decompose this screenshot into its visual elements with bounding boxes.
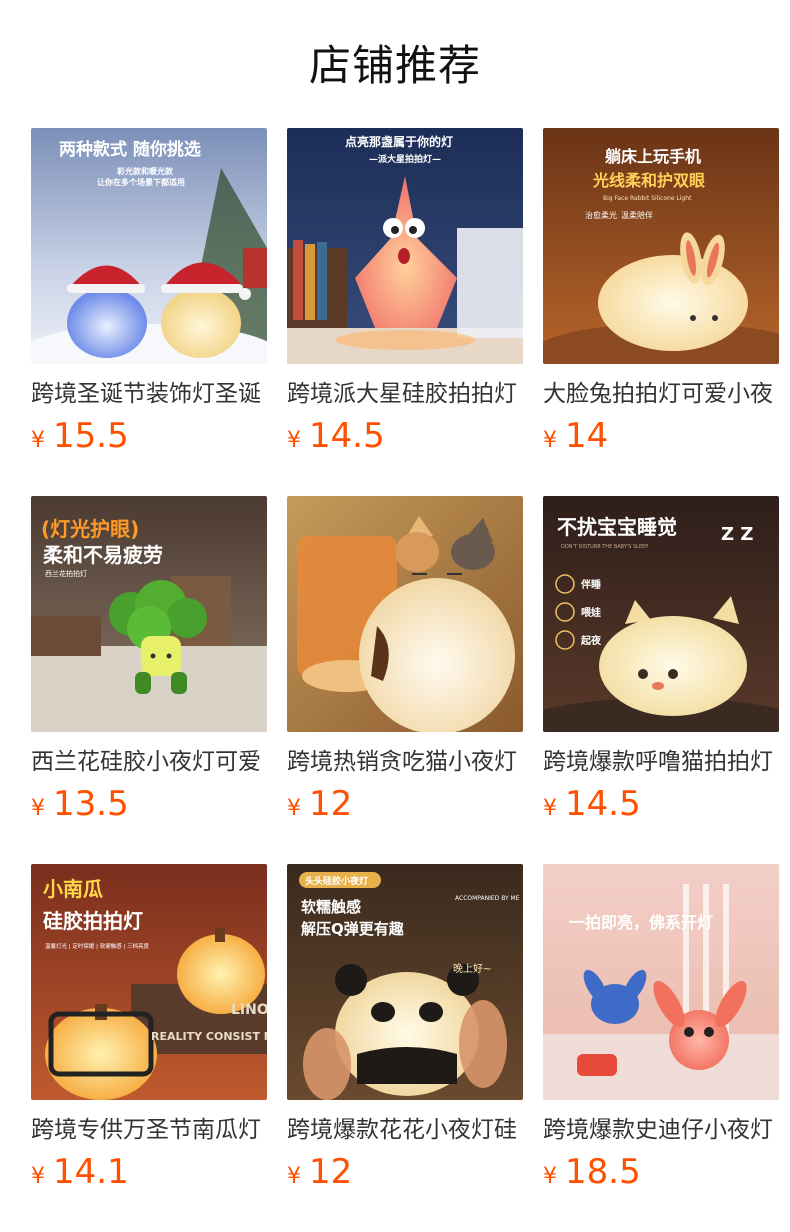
price-value: 18.5 — [565, 1152, 641, 1192]
image-caption: 头头硅胶小夜灯 — [305, 875, 368, 887]
image-caption: 两种款式 随你挑选 — [59, 139, 201, 160]
image-caption: 硅胶拍拍灯 — [43, 909, 143, 933]
image-caption: 喂娃 — [581, 606, 601, 619]
product-title[interactable]: 跨境热销贪吃猫小夜灯 — [287, 746, 523, 778]
image-caption: 温馨灯光 | 定时保暖 | 软硬触感 | 三档亮度 — [45, 942, 150, 950]
price-value: 15.5 — [53, 416, 129, 456]
product-image[interactable]: (灯光护眼) 柔和不易疲劳 西兰花拍拍灯 — [31, 496, 267, 732]
product-title[interactable]: 跨境圣诞节装饰灯圣诞 — [31, 378, 267, 410]
currency-symbol: ¥ — [287, 1164, 301, 1189]
image-caption: 让你在多个场景下都适用 — [97, 177, 185, 187]
image-caption: Z Z — [721, 524, 753, 545]
image-caption: 一拍即亮，佛系开灯 — [569, 913, 713, 932]
image-caption: 西兰花拍拍灯 — [45, 569, 87, 578]
product-price: ¥ 14.5 — [543, 784, 779, 824]
product-image[interactable] — [287, 496, 523, 732]
product-image[interactable]: 一拍即亮，佛系开灯 — [543, 864, 779, 1100]
currency-symbol: ¥ — [543, 428, 557, 453]
product-title[interactable]: 跨境爆款史迪仔小夜灯 — [543, 1114, 779, 1146]
product-card[interactable]: 不扰宝宝睡觉 DON'T DISTURB THE BABY'S SLEEP 伴睡… — [543, 496, 779, 864]
product-title[interactable]: 大脸兔拍拍灯可爱小夜 — [543, 378, 779, 410]
product-card[interactable]: 两种款式 随你挑选 彩光款和暖光款 让你在多个场景下都适用 跨境圣诞节装饰灯圣诞… — [31, 128, 267, 496]
image-caption: 解压Q弹更有趣 — [301, 920, 405, 938]
currency-symbol: ¥ — [543, 796, 557, 821]
product-price: ¥ 14.1 — [31, 1152, 267, 1192]
image-caption: 晚上好~ — [453, 963, 491, 975]
product-card[interactable]: 躺床上玩手机 光线柔和护双眼 Big Face Rabbit Silicone … — [543, 128, 779, 496]
product-price: ¥ 12 — [287, 784, 523, 824]
currency-symbol: ¥ — [543, 1164, 557, 1189]
currency-symbol: ¥ — [31, 796, 45, 821]
product-title[interactable]: 跨境爆款花花小夜灯硅 — [287, 1114, 523, 1146]
price-value: 13.5 — [53, 784, 129, 824]
currency-symbol: ¥ — [31, 428, 45, 453]
price-value: 12 — [309, 1152, 353, 1192]
product-card[interactable]: 头头硅胶小夜灯 软糯触感 解压Q弹更有趣 ACCOMPANIED BY ME 晚… — [287, 864, 523, 1232]
currency-symbol: ¥ — [31, 1164, 45, 1189]
product-grid: 两种款式 随你挑选 彩光款和暖光款 让你在多个场景下都适用 跨境圣诞节装饰灯圣诞… — [31, 128, 779, 1232]
image-caption: 伴睡 — [580, 578, 601, 591]
product-price: ¥ 18.5 — [543, 1152, 779, 1192]
price-value: 12 — [309, 784, 353, 824]
image-caption: 小南瓜 — [43, 877, 103, 901]
image-caption: —派大星拍拍灯— — [369, 153, 441, 165]
currency-symbol: ¥ — [287, 796, 301, 821]
product-price: ¥ 14 — [543, 416, 779, 456]
product-image[interactable]: 点亮那盏属于你的灯 —派大星拍拍灯— — [287, 128, 523, 364]
product-card[interactable]: 一拍即亮，佛系开灯 跨境爆款史迪仔小夜灯 ¥ 18.5 — [543, 864, 779, 1232]
product-price: ¥ 14.5 — [287, 416, 523, 456]
product-title[interactable]: 西兰花硅胶小夜灯可爱 — [31, 746, 267, 778]
image-caption: 温柔陪伴 — [621, 210, 653, 220]
image-caption: 起夜 — [580, 634, 602, 647]
image-caption: 光线柔和护双眼 — [592, 171, 705, 190]
product-image[interactable]: 两种款式 随你挑选 彩光款和暖光款 让你在多个场景下都适用 — [31, 128, 267, 364]
price-value: 14 — [565, 416, 609, 456]
page-title: 店铺推荐 — [308, 41, 481, 90]
image-caption: REALITY CONSIST MA — [151, 1030, 267, 1043]
product-image[interactable]: 头头硅胶小夜灯 软糯触感 解压Q弹更有趣 ACCOMPANIED BY ME 晚… — [287, 864, 523, 1100]
product-title[interactable]: 跨境专供万圣节南瓜灯 — [31, 1114, 267, 1146]
currency-symbol: ¥ — [287, 428, 301, 453]
image-caption: LINO — [231, 1002, 267, 1018]
product-title[interactable]: 跨境爆款呼噜猫拍拍灯 — [543, 746, 779, 778]
image-caption: 彩光款和暖光款 — [116, 166, 174, 176]
price-value: 14.1 — [53, 1152, 129, 1192]
image-caption: 软糯触感 — [301, 898, 361, 916]
product-card[interactable]: 小南瓜 硅胶拍拍灯 温馨灯光 | 定时保暖 | 软硬触感 | 三档亮度 LINO… — [31, 864, 267, 1232]
product-price: ¥ 12 — [287, 1152, 523, 1192]
product-card[interactable]: 跨境热销贪吃猫小夜灯 ¥ 12 — [287, 496, 523, 864]
product-image[interactable]: 躺床上玩手机 光线柔和护双眼 Big Face Rabbit Silicone … — [543, 128, 779, 364]
price-value: 14.5 — [309, 416, 385, 456]
product-price: ¥ 15.5 — [31, 416, 267, 456]
image-caption: (灯光护眼) — [41, 517, 139, 541]
product-title[interactable]: 跨境派大星硅胶拍拍灯 — [287, 378, 523, 410]
image-caption: 不扰宝宝睡觉 — [557, 515, 677, 539]
image-caption: ACCOMPANIED BY ME — [455, 895, 520, 902]
image-caption: 点亮那盏属于你的灯 — [345, 134, 453, 149]
image-caption: Big Face Rabbit Silicone Light — [603, 195, 692, 202]
product-image[interactable]: 不扰宝宝睡觉 DON'T DISTURB THE BABY'S SLEEP 伴睡… — [543, 496, 779, 732]
image-caption: 柔和不易疲劳 — [43, 543, 163, 567]
image-caption: 躺床上玩手机 — [605, 147, 701, 166]
image-caption: 治愈柔光 — [585, 210, 617, 220]
product-price: ¥ 13.5 — [31, 784, 267, 824]
product-card[interactable]: (灯光护眼) 柔和不易疲劳 西兰花拍拍灯 西兰花硅胶小夜灯可爱 ¥ 13.5 — [31, 496, 267, 864]
price-value: 14.5 — [565, 784, 641, 824]
product-card[interactable]: 点亮那盏属于你的灯 —派大星拍拍灯— 跨境派大星硅胶拍拍灯 ¥ 14.5 — [287, 128, 523, 496]
image-caption: DON'T DISTURB THE BABY'S SLEEP — [561, 544, 648, 550]
product-image[interactable]: 小南瓜 硅胶拍拍灯 温馨灯光 | 定时保暖 | 软硬触感 | 三档亮度 LINO… — [31, 864, 267, 1100]
